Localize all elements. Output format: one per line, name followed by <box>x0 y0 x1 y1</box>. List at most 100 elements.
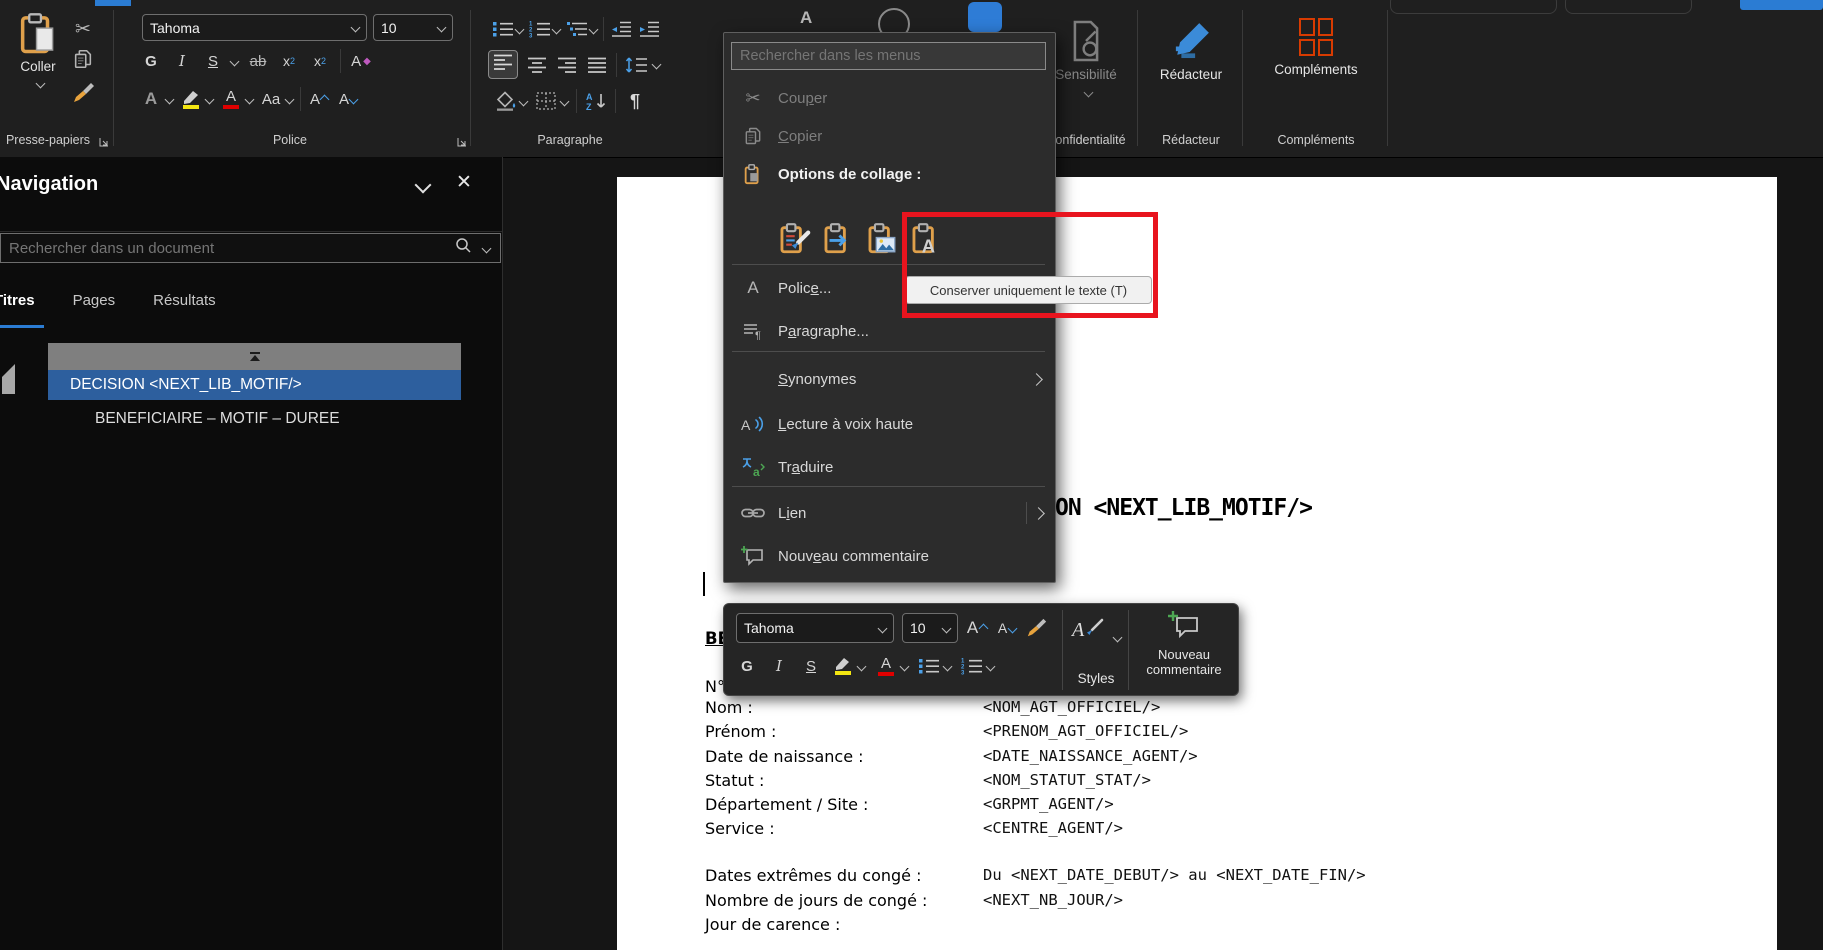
mini-font-name-combo[interactable]: Tahoma <box>736 613 894 643</box>
menu-item-translate[interactable]: a Traduire <box>724 450 1055 484</box>
align-center-button[interactable] <box>526 52 548 78</box>
numbering-chevron-icon[interactable] <box>552 24 562 34</box>
decrease-indent-icon <box>610 20 632 38</box>
borders-button[interactable] <box>535 88 557 114</box>
paste-button[interactable]: Coller <box>10 12 66 87</box>
underline-chevron-icon[interactable] <box>230 56 240 66</box>
show-formatting-button[interactable]: ¶ <box>624 88 646 114</box>
align-left-button[interactable] <box>488 50 518 79</box>
mini-italic-button[interactable]: I <box>768 652 790 680</box>
sort-button[interactable]: AZ <box>585 88 607 114</box>
active-tab-indicator <box>95 0 131 6</box>
mini-font-color-chevron-icon[interactable] <box>900 661 910 671</box>
tab-pages[interactable]: Pages <box>73 292 116 309</box>
mini-shrink-font-button[interactable]: A <box>996 614 1018 642</box>
menu-item-paragraph[interactable]: ¶ Paragraphe... <box>724 314 1055 348</box>
format-painter-button[interactable] <box>72 82 96 108</box>
font-color-button[interactable]: A <box>220 86 242 112</box>
text-effects-button[interactable]: A <box>140 86 162 112</box>
font-color-chevron-icon[interactable] <box>245 94 255 104</box>
mini-bold-button[interactable]: G <box>736 652 758 680</box>
font-size-combo[interactable]: 10 <box>373 14 453 41</box>
navigation-search-input[interactable] <box>1 240 455 257</box>
borders-chevron-icon[interactable] <box>560 96 570 106</box>
mini-highlight-button[interactable] <box>832 652 854 680</box>
mini-font-size-combo[interactable]: 10 <box>902 613 958 643</box>
bullets-chevron-icon[interactable] <box>515 24 525 34</box>
mini-styles-button[interactable]: A Styles <box>1064 612 1128 690</box>
mini-grow-font-button[interactable]: A <box>966 614 988 642</box>
change-case-chevron-icon[interactable] <box>285 94 295 104</box>
clear-formatting-button[interactable]: A◆ <box>350 48 372 74</box>
mini-font-color-button[interactable]: A <box>875 652 897 680</box>
clipboard-dialog-launcher[interactable] <box>98 135 110 153</box>
multilevel-chevron-icon[interactable] <box>589 24 599 34</box>
bullets-button[interactable] <box>492 16 514 42</box>
mini-underline-button[interactable]: S <box>800 652 822 680</box>
menu-item-synonyms[interactable]: Synonymes <box>724 362 1055 396</box>
copy-button[interactable] <box>72 48 94 74</box>
paste-picture-button[interactable] <box>864 221 900 257</box>
field-label: Service : <box>705 819 775 838</box>
sensitivity-button[interactable]: Sensibilité <box>1058 18 1114 96</box>
increase-indent-button[interactable] <box>638 16 660 42</box>
mini-highlight-chevron-icon[interactable] <box>857 661 867 671</box>
tab-resultats[interactable]: Résultats <box>153 292 216 309</box>
mini-font-size-value: 10 <box>910 620 926 636</box>
paste-keep-text-only-button[interactable]: A <box>908 221 944 257</box>
mini-format-painter-button[interactable] <box>1026 614 1048 642</box>
addins-button[interactable]: Compléments <box>1266 18 1366 77</box>
font-name-combo[interactable]: Tahoma <box>142 14 367 41</box>
mini-numbering-button[interactable]: 123 <box>961 652 983 680</box>
underline-button[interactable]: S <box>202 48 224 74</box>
tab-titres[interactable]: Titres <box>0 292 35 309</box>
paste-merge-formatting-button[interactable] <box>820 221 856 257</box>
bold-button[interactable]: G <box>140 48 162 74</box>
field-value: <CENTRE_AGENT/> <box>983 819 1123 837</box>
mini-new-comment-button[interactable]: Nouveau commentaire <box>1130 610 1238 692</box>
highlight-color-button[interactable] <box>180 86 202 112</box>
paste-dropdown-chevron-icon[interactable] <box>36 79 46 89</box>
shading-button[interactable] <box>494 88 516 114</box>
shrink-font-button[interactable]: A <box>337 86 359 112</box>
line-spacing-chevron-icon[interactable] <box>652 60 662 70</box>
navigation-close-icon[interactable]: ✕ <box>456 171 472 194</box>
menu-search-box[interactable] <box>731 42 1046 70</box>
font-dialog-launcher[interactable] <box>456 135 468 153</box>
navigation-collapse-chevron-icon[interactable] <box>415 177 432 194</box>
shading-chevron-icon[interactable] <box>519 96 529 106</box>
nav-heading-child[interactable]: BENEFICIAIRE – MOTIF – DUREE <box>95 406 340 432</box>
navigation-search-box[interactable] <box>0 233 501 263</box>
menu-item-link[interactable]: Lien <box>724 496 1055 530</box>
menu-item-read-aloud[interactable]: A Lecture à voix haute <box>724 407 1055 441</box>
paste-keep-source-formatting-button[interactable] <box>776 221 812 257</box>
line-spacing-button[interactable] <box>625 52 649 78</box>
justify-button[interactable] <box>586 52 608 78</box>
menu-search-input[interactable] <box>732 48 1045 64</box>
numbering-button[interactable]: 123 <box>529 16 551 42</box>
menu-item-new-comment[interactable]: Nouveau commentaire <box>724 539 1055 573</box>
search-icon[interactable] <box>455 237 472 259</box>
scroll-to-top-bar[interactable] <box>48 343 461 370</box>
mini-bullets-button[interactable] <box>918 652 940 680</box>
subscript-button[interactable]: x2 <box>278 48 300 74</box>
cut-button[interactable]: ✂ <box>72 16 94 42</box>
nav-heading-selected[interactable]: DECISION <NEXT_LIB_MOTIF/> <box>48 370 461 400</box>
superscript-button[interactable]: x2 <box>309 48 331 74</box>
text-effects-chevron-icon[interactable] <box>165 94 175 104</box>
heading-expand-triangle-icon[interactable] <box>2 377 15 395</box>
mini-bullets-chevron-icon[interactable] <box>943 661 953 671</box>
svg-text:A: A <box>1071 619 1085 641</box>
strikethrough-button[interactable]: ab <box>247 48 269 74</box>
align-right-button[interactable] <box>556 52 578 78</box>
decrease-indent-button[interactable] <box>610 16 632 42</box>
change-case-button[interactable]: Aa <box>260 86 282 112</box>
grow-font-button[interactable]: A <box>308 86 330 112</box>
search-options-chevron-icon[interactable] <box>482 243 492 253</box>
multilevel-list-button[interactable] <box>566 16 588 42</box>
italic-button[interactable]: I <box>171 48 193 74</box>
highlight-chevron-icon[interactable] <box>205 94 215 104</box>
mini-numbering-chevron-icon[interactable] <box>986 661 996 671</box>
field-value: Du <NEXT_DATE_DEBUT/> au <NEXT_DATE_FIN/… <box>983 866 1366 884</box>
editor-button[interactable]: Rédacteur <box>1152 18 1230 82</box>
